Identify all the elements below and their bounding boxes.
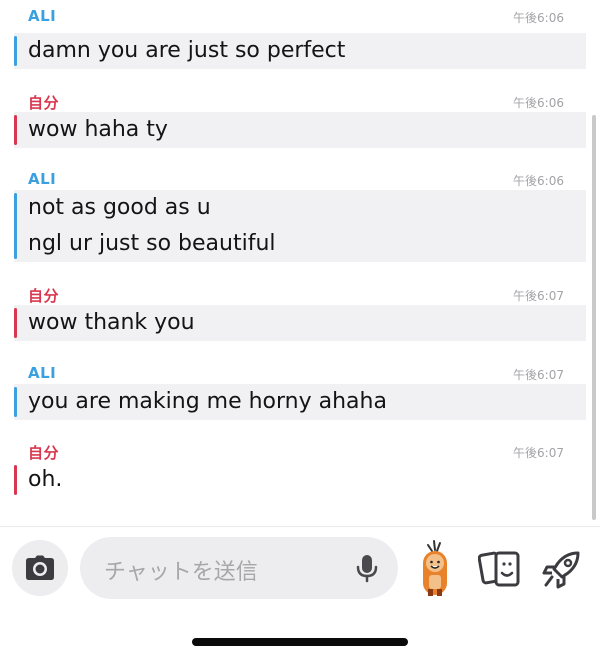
- rocket-icon[interactable]: [540, 547, 584, 591]
- sender-name: 自分: [28, 444, 60, 462]
- message-text: wow haha ty: [28, 117, 168, 142]
- sender-row: ALI 午後6:06: [14, 0, 586, 25]
- message-bubble[interactable]: damn you are just so perfect: [14, 33, 586, 69]
- sender-row: ALI 午後6:06: [14, 163, 586, 188]
- message-text: ngl ur just so beautiful: [28, 231, 276, 256]
- home-indicator[interactable]: [192, 638, 408, 646]
- sender-row: ALI 午後6:07: [14, 357, 586, 382]
- sender-row: 自分 午後6:07: [14, 278, 586, 305]
- microphone-icon[interactable]: [352, 553, 382, 583]
- message-time: 午後6:06: [513, 174, 564, 188]
- message-group: ALI 午後6:07 you are making me horny ahaha: [0, 357, 600, 420]
- chat-thread: ALI 午後6:06 damn you are just so perfect …: [0, 0, 600, 525]
- message-group: ALI 午後6:06 damn you are just so perfect: [0, 0, 600, 69]
- camera-button[interactable]: [12, 540, 68, 596]
- message-group: 自分 午後6:06 wow haha ty: [0, 85, 600, 148]
- sender-row: 自分 午後6:06: [14, 85, 586, 112]
- divider: [0, 526, 600, 527]
- sender-name: 自分: [28, 94, 60, 112]
- message-bubble[interactable]: you are making me horny ahaha: [14, 384, 586, 420]
- message-bubble[interactable]: wow haha ty: [14, 112, 586, 148]
- message-text: oh.: [28, 467, 63, 492]
- message-group: ALI 午後6:06 not as good as u ngl ur just …: [0, 163, 600, 262]
- cards-icon[interactable]: [478, 549, 522, 589]
- sender-name: ALI: [28, 7, 57, 25]
- chat-input[interactable]: チャットを送信: [80, 537, 398, 599]
- sender-name: 自分: [28, 287, 60, 305]
- message-text: not as good as u: [28, 195, 211, 220]
- message-group: 自分 午後6:07 wow thank you: [0, 278, 600, 341]
- chat-input-placeholder: チャットを送信: [104, 560, 258, 585]
- message-time: 午後6:07: [513, 289, 564, 303]
- message-time: 午後6:06: [513, 11, 564, 25]
- message-bubble[interactable]: not as good as u ngl ur just so beautifu…: [14, 190, 586, 262]
- scrollbar[interactable]: [592, 115, 596, 520]
- message-time: 午後6:06: [513, 96, 564, 110]
- message-time: 午後6:07: [513, 446, 564, 460]
- chat-input-bar: チャットを送信: [0, 535, 600, 599]
- sender-row: 自分 午後6:07: [14, 435, 586, 462]
- message-time: 午後6:07: [513, 368, 564, 382]
- sender-name: ALI: [28, 170, 57, 188]
- message-text: you are making me horny ahaha: [28, 389, 387, 414]
- message-bubble[interactable]: oh.: [14, 462, 586, 498]
- message-text: wow thank you: [28, 310, 195, 335]
- camera-icon: [26, 555, 54, 580]
- message-bubble[interactable]: wow thank you: [14, 305, 586, 341]
- sender-name: ALI: [28, 364, 57, 382]
- message-group: 自分 午後6:07 oh.: [0, 435, 600, 495]
- message-text: damn you are just so perfect: [28, 38, 346, 63]
- bitmoji-icon[interactable]: [418, 539, 452, 597]
